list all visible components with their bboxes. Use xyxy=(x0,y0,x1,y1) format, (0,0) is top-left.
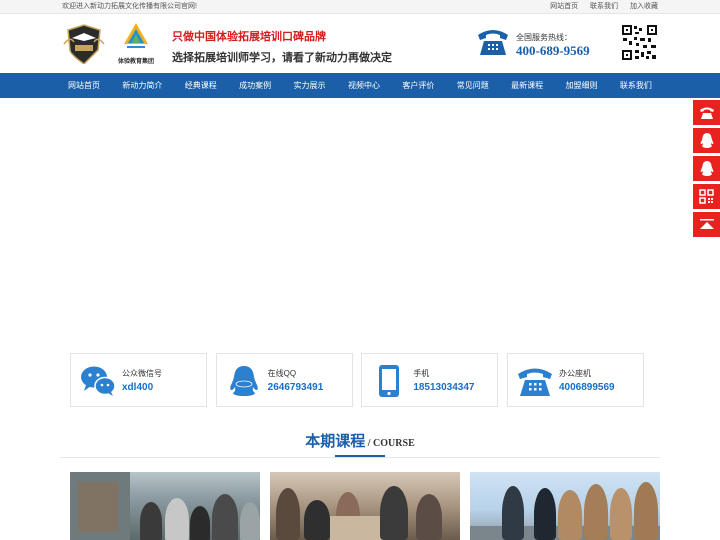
slogan-line-1: 只做中国体验拓展培训口碑品牌 xyxy=(172,31,326,43)
top-bar: 欢迎进入新动力拓展文化传播有限公司官网! 网站首页 联系我们 加入收藏 xyxy=(0,0,720,14)
section-title-en: / COURSE xyxy=(365,438,415,449)
qr-code-icon xyxy=(699,189,714,204)
qq-icon xyxy=(700,132,713,148)
back-to-top-icon xyxy=(699,218,714,229)
sidebar-back-to-top-button[interactable] xyxy=(693,212,720,237)
nav-item-videos[interactable]: 视频中心 xyxy=(348,73,380,98)
nav-item-reviews[interactable]: 客户评价 xyxy=(402,73,434,98)
sidebar-qq-button-2[interactable] xyxy=(693,156,720,181)
nav-item-home[interactable]: 网站首页 xyxy=(68,73,100,98)
sidebar-qq-button-1[interactable] xyxy=(693,128,720,153)
nav-item-contact[interactable]: 联系我们 xyxy=(620,73,652,98)
section-title: 本期课程 / COURSE xyxy=(0,430,720,457)
top-link-home[interactable]: 网站首页 xyxy=(550,3,578,10)
sidebar-phone-button[interactable] xyxy=(693,100,720,125)
contact-card-wechat[interactable]: 公众微信号 xdl400 xyxy=(70,353,207,407)
top-link-bookmark[interactable]: 加入收藏 xyxy=(630,3,658,10)
group-logo-caption: 体验教育集团 xyxy=(117,59,154,65)
hotline-label: 全国服务热线： xyxy=(516,33,572,42)
contact-card-mobile[interactable]: 手机 18513034347 xyxy=(361,353,499,407)
contact-value-qq: 2646793491 xyxy=(267,382,324,393)
contact-label-office: 办公座机 xyxy=(558,369,591,378)
slogan-line-2: 选择拓展培训师学习，请看了新动力再做决定 xyxy=(172,52,392,64)
telephone-icon xyxy=(699,107,714,119)
contact-value-office: 4006899569 xyxy=(558,382,615,393)
contact-value-wechat: xdl400 xyxy=(122,382,154,393)
mobile-phone-icon xyxy=(371,365,407,397)
top-link-contact[interactable]: 联系我们 xyxy=(590,3,618,10)
section-title-cn: 本期课程 xyxy=(305,433,366,450)
course-image-3[interactable] xyxy=(470,472,660,540)
nav-item-cases[interactable]: 成功案例 xyxy=(239,73,271,98)
contact-cards: 公众微信号 xdl400 在线QQ 2646793491 手机 18513034… xyxy=(70,353,644,407)
top-links: 网站首页 联系我们 加入收藏 xyxy=(540,0,658,13)
eagle-shield-logo-icon[interactable] xyxy=(62,24,106,65)
nav-item-franchise[interactable]: 加盟细则 xyxy=(566,73,598,98)
nav-item-strength[interactable]: 实力展示 xyxy=(294,73,326,98)
welcome-text: 欢迎进入新动力拓展文化传播有限公司官网! xyxy=(62,3,197,10)
site-header: 体验教育集团 只做中国体验拓展培训口碑品牌 选择拓展培训师学习，请看了新动力再做… xyxy=(0,14,720,73)
contact-label-wechat: 公众微信号 xyxy=(122,369,162,378)
nav-item-about[interactable]: 新动力简介 xyxy=(122,73,162,98)
telephone-icon xyxy=(517,365,553,397)
course-image-1[interactable] xyxy=(70,472,260,540)
contact-card-office[interactable]: 办公座机 4006899569 xyxy=(506,353,644,407)
telephone-icon xyxy=(476,27,510,57)
slogan: 只做中国体验拓展培训口碑品牌 选择拓展培训师学习，请看了新动力再做决定 xyxy=(172,28,392,65)
nav-item-faq[interactable]: 常见问题 xyxy=(457,73,489,98)
main-nav: 网站首页 新动力简介 经典课程 成功案例 实力展示 视频中心 客户评价 常见问题… xyxy=(0,73,720,98)
contact-card-qq[interactable]: 在线QQ 2646793491 xyxy=(215,353,353,407)
nav-item-latest-courses[interactable]: 最新课程 xyxy=(511,73,543,98)
contact-label-qq: 在线QQ xyxy=(267,369,297,378)
floating-sidebar xyxy=(693,100,720,240)
qq-icon xyxy=(226,365,262,397)
hotline-number[interactable]: 400-689-9569 xyxy=(516,43,590,59)
qq-icon xyxy=(700,160,713,176)
contact-value-mobile: 18513034347 xyxy=(413,382,475,393)
sidebar-qr-button[interactable] xyxy=(693,184,720,209)
section-divider xyxy=(60,457,660,458)
qr-code-icon xyxy=(621,24,658,61)
triangle-logo-icon xyxy=(124,23,148,48)
banner-area xyxy=(0,98,720,353)
contact-label-mobile: 手机 xyxy=(413,369,430,378)
course-image-2[interactable] xyxy=(270,472,460,540)
group-logo[interactable]: 体验教育集团 xyxy=(114,22,158,66)
wechat-icon xyxy=(80,365,116,397)
nav-item-courses[interactable]: 经典课程 xyxy=(185,73,217,98)
